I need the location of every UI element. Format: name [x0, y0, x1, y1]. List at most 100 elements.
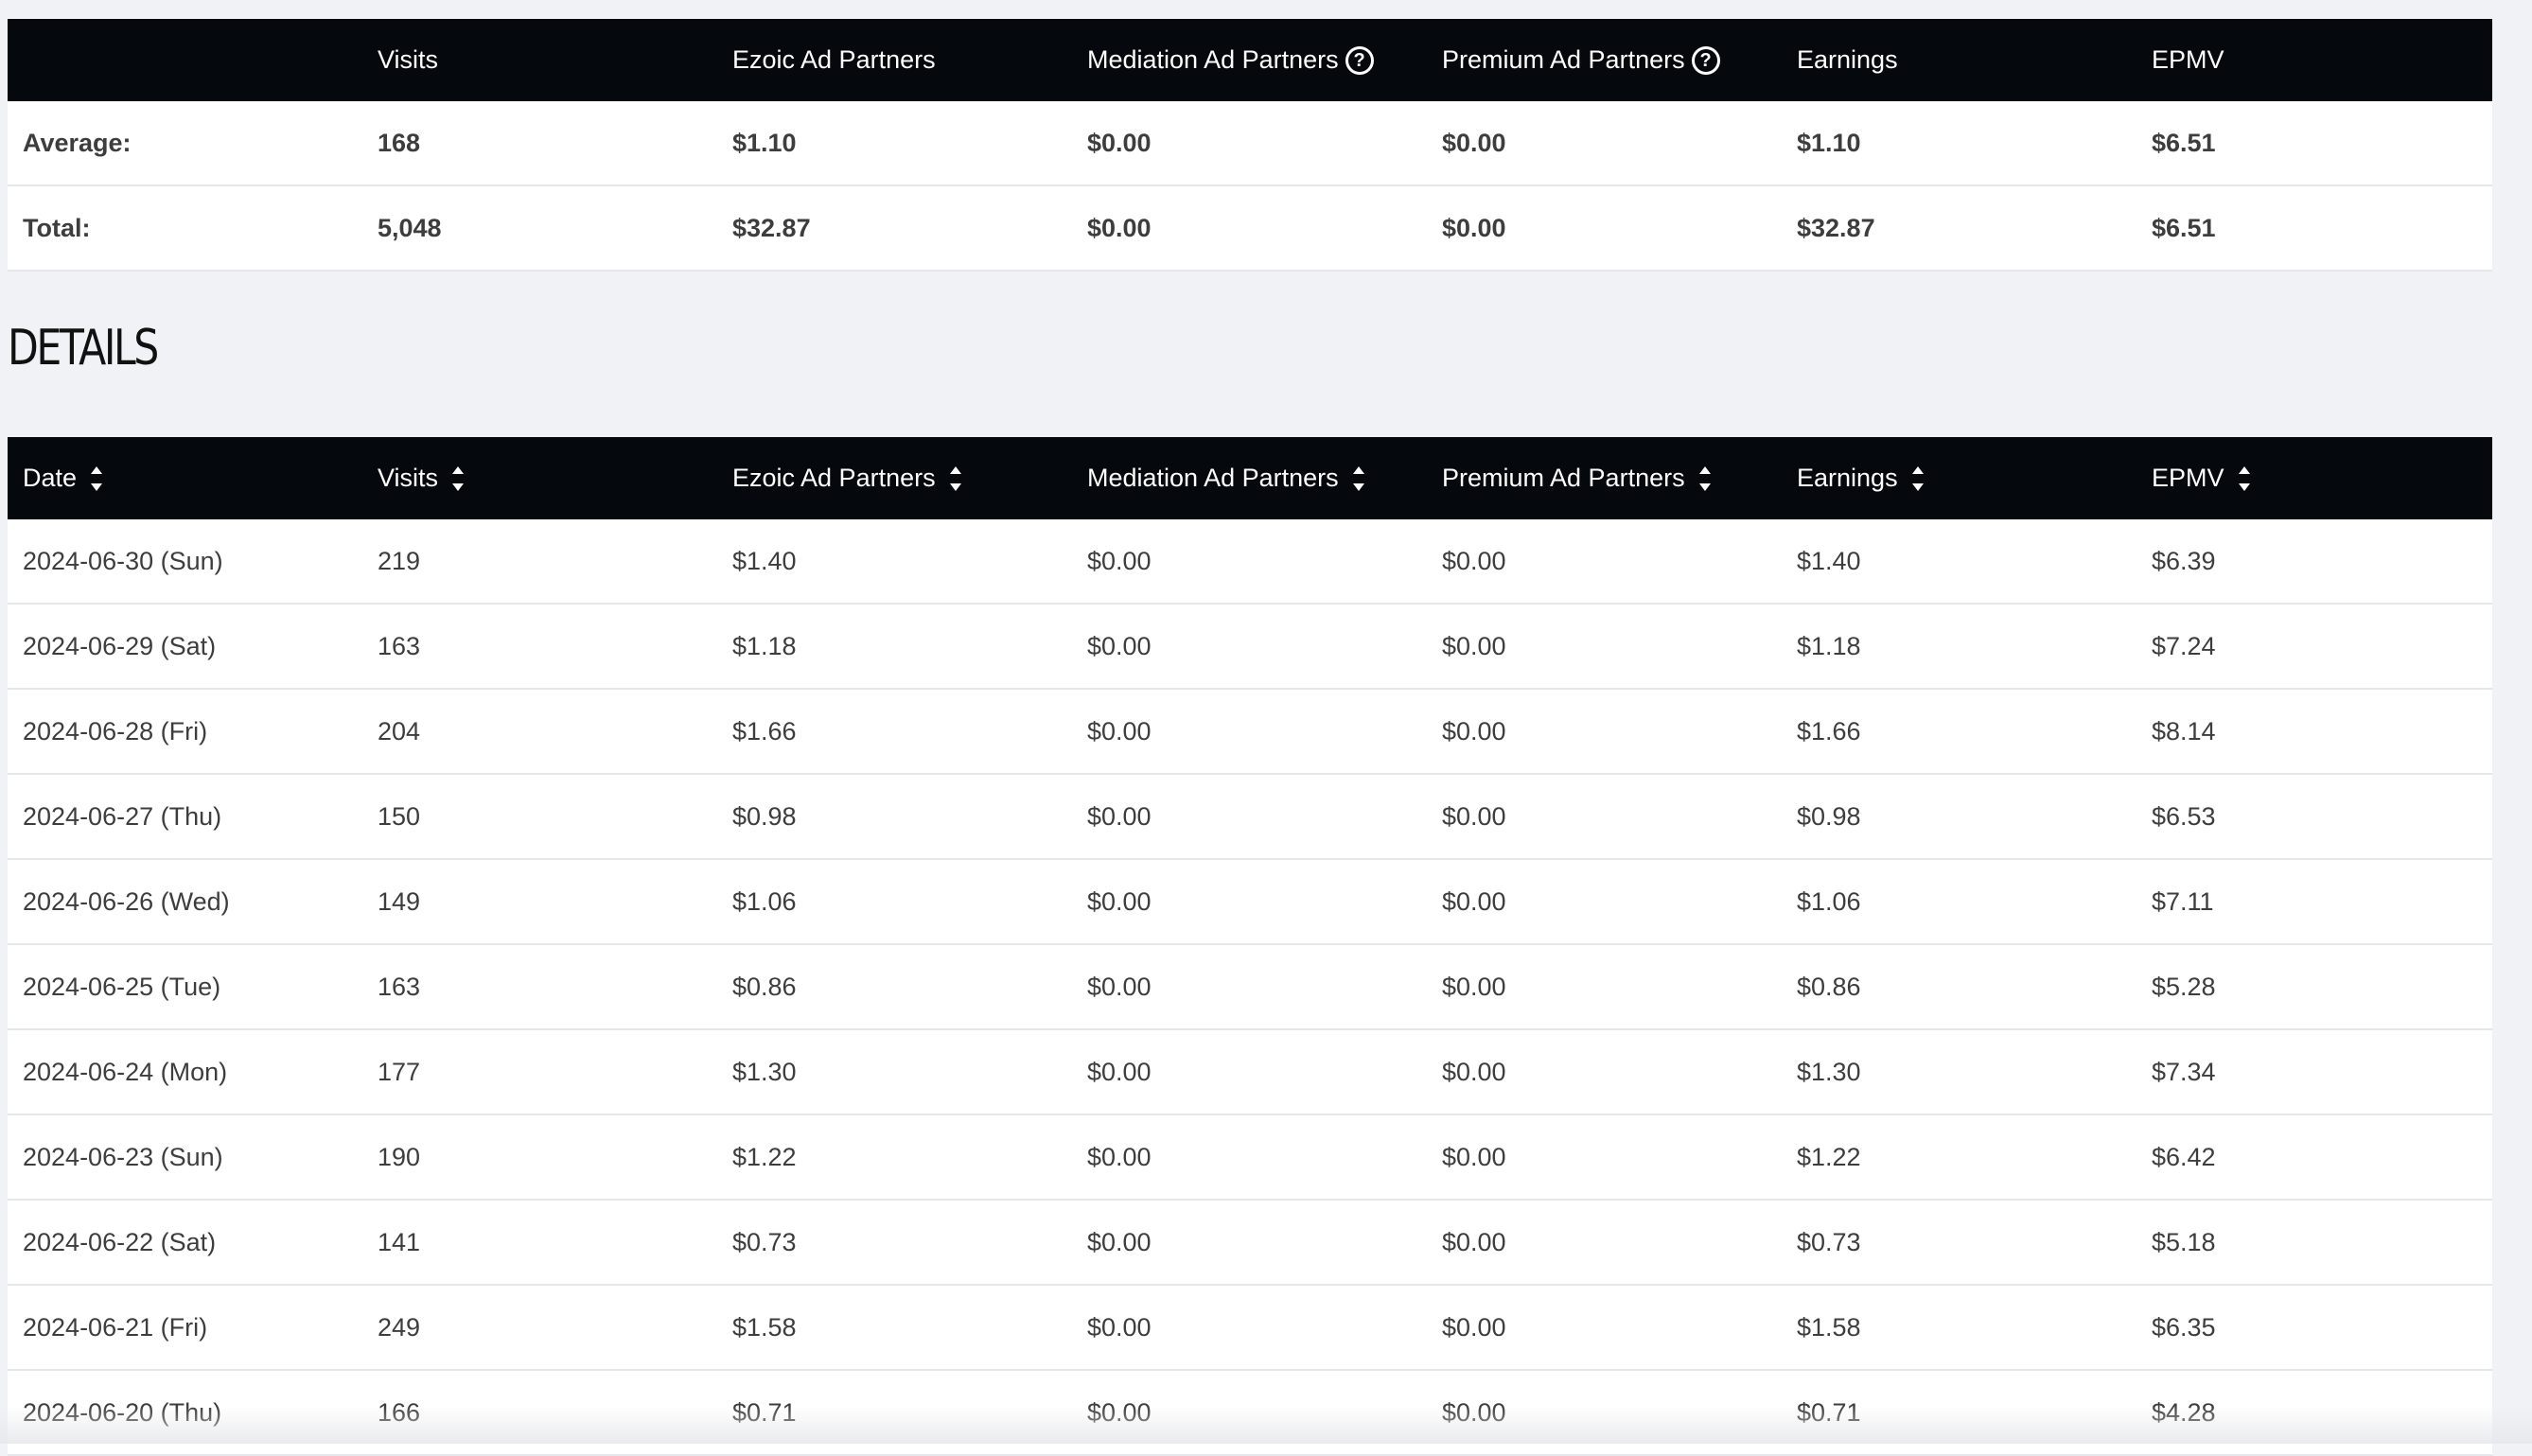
mediation-cell: $0.00	[1087, 886, 1152, 916]
question-circle-icon[interactable]: ?	[1345, 45, 1374, 75]
visits-cell: 149	[378, 886, 421, 916]
date-cell: 2024-06-30 (Sun)	[23, 546, 223, 575]
header-label: Ezoic Ad Partners	[732, 464, 936, 492]
ezoic-cell: $0.98	[732, 801, 797, 831]
mediation-cell: $0.00	[1087, 1227, 1152, 1256]
question-circle-icon[interactable]: ?	[1691, 45, 1720, 75]
premium-cell: $0.00	[1442, 716, 1506, 746]
premium-cell: $0.00	[1442, 972, 1506, 1001]
ezoic-cell: $0.73	[732, 1227, 797, 1256]
table-row: 2024-06-24 (Mon) 177 $1.30 $0.00 $0.00 $…	[8, 1030, 2492, 1115]
visits-cell: 219	[378, 546, 421, 575]
summary-cell: $0.00	[1442, 213, 1506, 242]
sort-icon[interactable]	[90, 462, 103, 496]
epmv-cell: $4.28	[2152, 1397, 2216, 1427]
mediation-cell: $0.00	[1087, 546, 1152, 575]
visits-cell: 163	[378, 972, 421, 1001]
visits-cell: 141	[378, 1227, 421, 1256]
mediation-cell: $0.00	[1087, 716, 1152, 746]
summary-header-premium: Premium Ad Partners ?	[1427, 45, 1782, 75]
epmv-cell: $8.14	[2152, 716, 2216, 746]
sort-icon[interactable]	[949, 462, 962, 496]
date-cell: 2024-06-21 (Fri)	[23, 1312, 208, 1342]
table-row: 2024-06-30 (Sun) 219 $1.40 $0.00 $0.00 $…	[8, 519, 2492, 605]
summary-header-epmv: EPMV	[2152, 45, 2224, 74]
details-title: DETAILS	[8, 320, 159, 377]
summary-cell: 5,048	[378, 213, 442, 242]
summary-header-mediation-label: Mediation Ad Partners	[1087, 45, 1339, 74]
summary-cell: $6.51	[2152, 128, 2216, 157]
mediation-cell: $0.00	[1087, 631, 1152, 660]
ezoic-cell: $0.86	[732, 972, 797, 1001]
summary-cell: $0.00	[1087, 128, 1152, 157]
sort-premium-header[interactable]: Premium Ad Partners	[1427, 462, 1782, 496]
sort-ezoic-header[interactable]: Ezoic Ad Partners	[717, 462, 1072, 496]
summary-table: Visits Ezoic Ad Partners Mediation Ad Pa…	[8, 19, 2492, 272]
sort-icon[interactable]	[1911, 462, 1925, 496]
premium-cell: $0.00	[1442, 1142, 1506, 1171]
ezoic-cell: $0.71	[732, 1397, 797, 1427]
ezoic-cell: $1.18	[732, 631, 797, 660]
header-label: Date	[23, 464, 78, 492]
summary-header-mediation: Mediation Ad Partners ?	[1072, 45, 1427, 75]
date-cell: 2024-06-28 (Fri)	[23, 716, 208, 746]
epmv-cell: $6.42	[2152, 1142, 2216, 1171]
sort-epmv-header[interactable]: EPMV	[2136, 462, 2492, 496]
summary-cell: $1.10	[1797, 128, 1861, 157]
summary-header-visits: Visits	[378, 45, 439, 74]
visits-cell: 150	[378, 801, 421, 831]
summary-row-average: Average: 168 $1.10 $0.00 $0.00 $1.10 $6.…	[8, 101, 2492, 186]
sort-icon[interactable]	[2238, 462, 2251, 496]
sort-visits-header[interactable]: Visits	[362, 462, 717, 496]
earnings-cell: $0.71	[1797, 1397, 1861, 1427]
sort-icon[interactable]	[1352, 462, 1365, 496]
epmv-cell: $5.18	[2152, 1227, 2216, 1256]
date-cell: 2024-06-29 (Sat)	[23, 631, 217, 660]
date-cell: 2024-06-25 (Tue)	[23, 972, 221, 1001]
epmv-cell: $7.24	[2152, 631, 2216, 660]
mediation-cell: $0.00	[1087, 1397, 1152, 1427]
date-cell: 2024-06-24 (Mon)	[23, 1057, 228, 1086]
sort-date-header[interactable]: Date	[8, 462, 362, 496]
sort-icon[interactable]	[1698, 462, 1712, 496]
summary-header-earnings: Earnings	[1797, 45, 1898, 74]
sort-icon[interactable]	[451, 462, 465, 496]
details-header-row: Date Visits Ezoic Ad Partners Mediation …	[8, 437, 2492, 519]
visits-cell: 249	[378, 1312, 421, 1342]
header-label: EPMV	[2152, 464, 2224, 492]
sort-mediation-header[interactable]: Mediation Ad Partners	[1072, 462, 1427, 496]
visits-cell: 166	[378, 1397, 421, 1427]
earnings-cell: $1.06	[1797, 886, 1861, 916]
visits-cell: 204	[378, 716, 421, 746]
summary-header-ezoic: Ezoic Ad Partners	[732, 45, 936, 74]
epmv-cell: $5.28	[2152, 972, 2216, 1001]
premium-cell: $0.00	[1442, 801, 1506, 831]
summary-cell: Average:	[23, 128, 132, 157]
sort-earnings-header[interactable]: Earnings	[1782, 462, 2136, 496]
earnings-cell: $1.58	[1797, 1312, 1861, 1342]
earnings-cell: $1.18	[1797, 631, 1861, 660]
mediation-cell: $0.00	[1087, 972, 1152, 1001]
header-label: Premium Ad Partners	[1442, 464, 1685, 492]
table-row: 2024-06-25 (Tue) 163 $0.86 $0.00 $0.00 $…	[8, 945, 2492, 1030]
date-cell: 2024-06-27 (Thu)	[23, 801, 222, 831]
mediation-cell: $0.00	[1087, 801, 1152, 831]
table-row: 2024-06-27 (Thu) 150 $0.98 $0.00 $0.00 $…	[8, 775, 2492, 860]
epmv-cell: $6.39	[2152, 546, 2216, 575]
summary-cell: $0.00	[1442, 128, 1506, 157]
header-label: Mediation Ad Partners	[1087, 464, 1339, 492]
summary-cell: Total:	[23, 213, 91, 242]
table-row: 2024-06-28 (Fri) 204 $1.66 $0.00 $0.00 $…	[8, 690, 2492, 775]
premium-cell: $0.00	[1442, 1227, 1506, 1256]
summary-row-total: Total: 5,048 $32.87 $0.00 $0.00 $32.87 $…	[8, 186, 2492, 272]
mediation-cell: $0.00	[1087, 1312, 1152, 1342]
mediation-cell: $0.00	[1087, 1057, 1152, 1086]
ezoic-cell: $1.40	[732, 546, 797, 575]
ezoic-cell: $1.58	[732, 1312, 797, 1342]
date-cell: 2024-06-23 (Sun)	[23, 1142, 223, 1171]
ezoic-cell: $1.30	[732, 1057, 797, 1086]
ezoic-cell: $1.66	[732, 716, 797, 746]
epmv-cell: $7.11	[2152, 886, 2214, 916]
table-row: 2024-06-22 (Sat) 141 $0.73 $0.00 $0.00 $…	[8, 1201, 2492, 1286]
date-cell: 2024-06-22 (Sat)	[23, 1227, 217, 1256]
